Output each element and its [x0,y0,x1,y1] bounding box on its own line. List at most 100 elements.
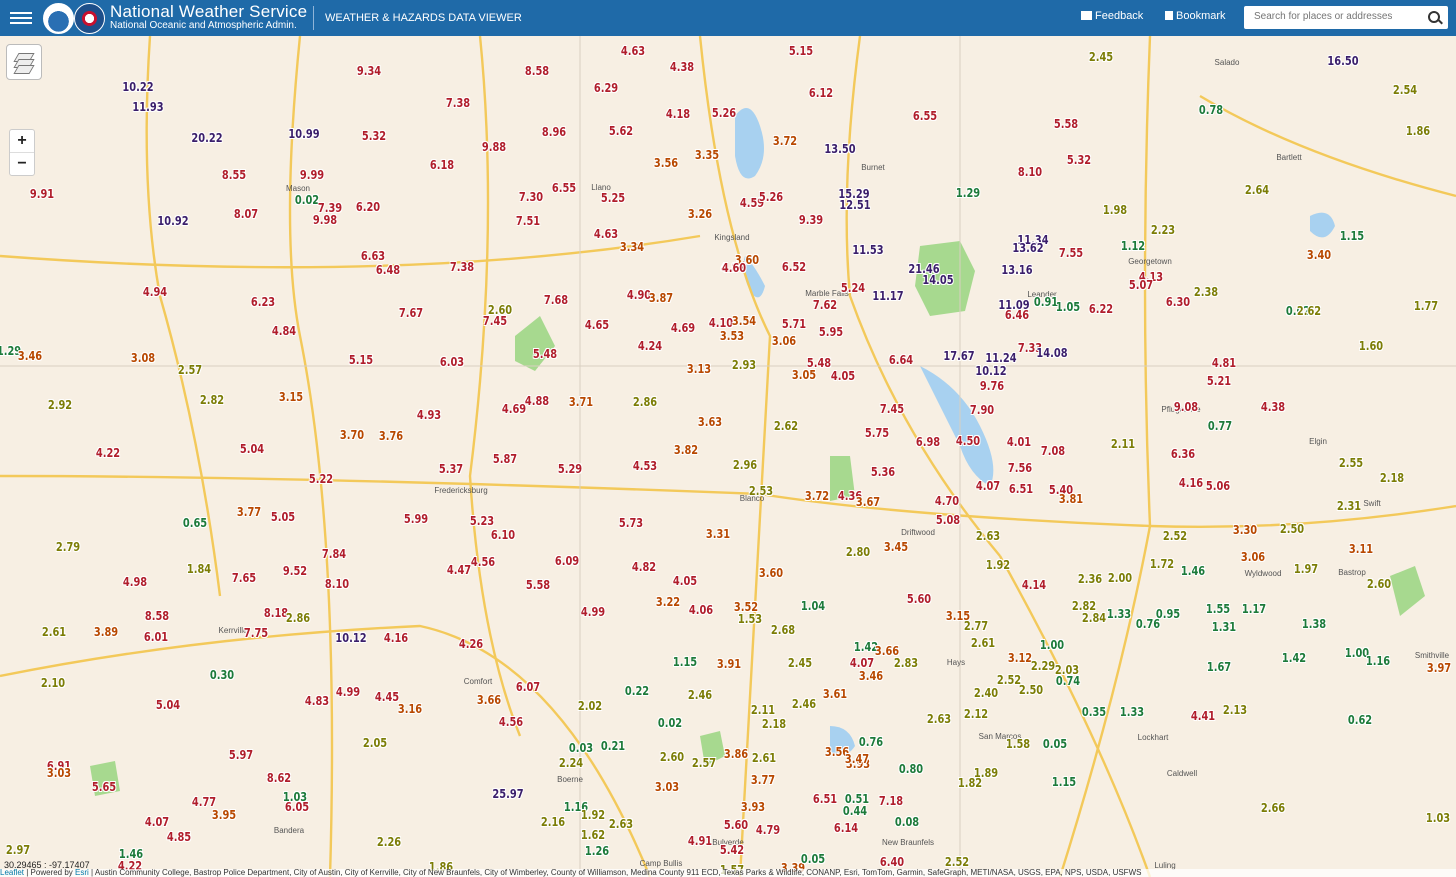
rainfall-value[interactable]: 3.77 [751,774,775,787]
rainfall-value[interactable]: 5.95 [819,326,843,339]
rainfall-value[interactable]: 6.51 [813,793,837,806]
rainfall-value[interactable]: 4.41 [1191,710,1215,723]
rainfall-value[interactable]: 5.48 [807,357,831,370]
rainfall-value[interactable]: 4.69 [502,403,526,416]
rainfall-value[interactable]: 0.02 [295,194,319,207]
rainfall-value[interactable]: 9.99 [300,169,324,182]
rainfall-value[interactable]: 2.86 [286,612,310,625]
rainfall-value[interactable]: 3.13 [687,363,711,376]
rainfall-value[interactable]: 2.11 [751,704,775,717]
rainfall-value[interactable]: 1.97 [1294,563,1318,576]
rainfall-value[interactable]: 0.62 [1348,714,1372,727]
rainfall-value[interactable]: 2.60 [660,751,684,764]
rainfall-value[interactable]: 7.68 [544,294,568,307]
rainfall-value[interactable]: 5.22 [309,473,333,486]
rainfall-value[interactable]: 4.93 [417,409,441,422]
rainfall-value[interactable]: 7.38 [450,261,474,274]
rainfall-value[interactable]: 4.53 [633,460,657,473]
rainfall-value[interactable]: 0.35 [1082,706,1106,719]
rainfall-value[interactable]: 2.12 [964,708,988,721]
rainfall-value[interactable]: 9.52 [283,565,307,578]
rainfall-value[interactable]: 1.38 [1302,618,1326,631]
rainfall-value[interactable]: 6.36 [1171,448,1195,461]
rainfall-value[interactable]: 3.12 [1008,652,1032,665]
rainfall-value[interactable]: 7.45 [483,315,507,328]
rainfall-value[interactable]: 4.07 [976,480,1000,493]
rainfall-value[interactable]: 0.74 [1056,675,1080,688]
rainfall-value[interactable]: 2.66 [1261,802,1285,815]
rainfall-value[interactable]: 5.21 [1207,375,1231,388]
rainfall-value[interactable]: 11.17 [872,290,903,303]
rainfall-value[interactable]: 2.83 [894,657,918,670]
layers-button[interactable] [6,44,42,80]
rainfall-value[interactable]: 1.62 [581,829,605,842]
rainfall-value[interactable]: 2.46 [688,689,712,702]
rainfall-value[interactable]: 3.05 [792,369,816,382]
rainfall-value[interactable]: 2.84 [1082,612,1106,625]
rainfall-value[interactable]: 3.31 [706,528,730,541]
rainfall-value[interactable]: 9.76 [980,380,1004,393]
rainfall-value[interactable]: 5.32 [1067,154,1091,167]
rainfall-value[interactable]: 4.69 [671,322,695,335]
rainfall-value[interactable]: 3.56 [654,157,678,170]
rainfall-value[interactable]: 25.97 [492,788,523,801]
rainfall-value[interactable]: 5.97 [229,749,253,762]
rainfall-value[interactable]: 4.85 [167,831,191,844]
rainfall-value[interactable]: 1.00 [1040,639,1064,652]
rainfall-value[interactable]: 7.84 [322,548,346,561]
rainfall-value[interactable]: 4.26 [459,638,483,651]
rainfall-value[interactable]: 0.76 [1136,618,1160,631]
rainfall-value[interactable]: 1.26 [585,845,609,858]
rainfall-value[interactable]: 2.77 [964,620,988,633]
rainfall-value[interactable]: 2.29 [1031,660,1055,673]
rainfall-value[interactable]: 3.95 [212,809,236,822]
rainfall-value[interactable]: 3.08 [131,352,155,365]
rainfall-value[interactable]: 5.58 [1054,118,1078,131]
map-canvas[interactable]: Mason Llano Burnet Kingsland Marble Falls Geo… [0,36,1456,877]
rainfall-value[interactable]: 1.15 [1340,230,1364,243]
rainfall-value[interactable]: 1.82 [958,777,982,790]
rainfall-value[interactable]: 5.05 [271,511,295,524]
rainfall-value[interactable]: 2.02 [578,700,602,713]
rainfall-value[interactable]: 7.62 [813,299,837,312]
rainfall-value[interactable]: 3.60 [759,567,783,580]
rainfall-value[interactable]: 4.90 [627,289,651,302]
rainfall-value[interactable]: 6.05 [285,801,309,814]
rainfall-value[interactable]: 7.18 [879,795,903,808]
rainfall-value[interactable]: 3.40 [1307,249,1331,262]
rainfall-value[interactable]: 1.86 [1406,125,1430,138]
rainfall-value[interactable]: 1.72 [1150,558,1174,571]
rainfall-value[interactable]: 6.98 [916,436,940,449]
rainfall-value[interactable]: 1.77 [1414,300,1438,313]
rainfall-value[interactable]: 6.30 [1166,296,1190,309]
rainfall-value[interactable]: 3.06 [772,335,796,348]
rainfall-value[interactable]: 4.05 [831,370,855,383]
rainfall-value[interactable]: 4.60 [722,262,746,275]
rainfall-value[interactable]: 5.42 [720,844,744,857]
rainfall-value[interactable]: 4.63 [594,228,618,241]
rainfall-value[interactable]: 4.99 [581,606,605,619]
rainfall-value[interactable]: 8.58 [145,610,169,623]
rainfall-value[interactable]: 7.38 [446,97,470,110]
rainfall-value[interactable]: 3.45 [884,541,908,554]
rainfall-value[interactable]: 9.88 [482,141,506,154]
rainfall-value[interactable]: 2.52 [997,674,1021,687]
rainfall-value[interactable]: 2.61 [971,637,995,650]
rainfall-value[interactable]: 4.88 [525,395,549,408]
rainfall-value[interactable]: 6.03 [440,356,464,369]
rainfall-value[interactable]: 4.50 [956,435,980,448]
rainfall-value[interactable]: 5.26 [759,191,783,204]
rainfall-value[interactable]: 1.29 [956,187,980,200]
rainfall-value[interactable]: 4.07 [145,816,169,829]
rainfall-value[interactable]: 2.97 [6,844,30,857]
rainfall-value[interactable]: 4.38 [1261,401,1285,414]
rainfall-value[interactable]: 14.08 [1036,347,1067,360]
rainfall-value[interactable]: 5.32 [362,130,386,143]
rainfall-value[interactable]: 4.79 [756,824,780,837]
rainfall-value[interactable]: 6.10 [491,529,515,542]
rainfall-value[interactable]: 8.10 [1018,166,1042,179]
rainfall-value[interactable]: 7.67 [399,307,423,320]
rainfall-value[interactable]: 4.70 [935,495,959,508]
rainfall-value[interactable]: 1.33 [1107,608,1131,621]
rainfall-value[interactable]: 8.10 [325,578,349,591]
